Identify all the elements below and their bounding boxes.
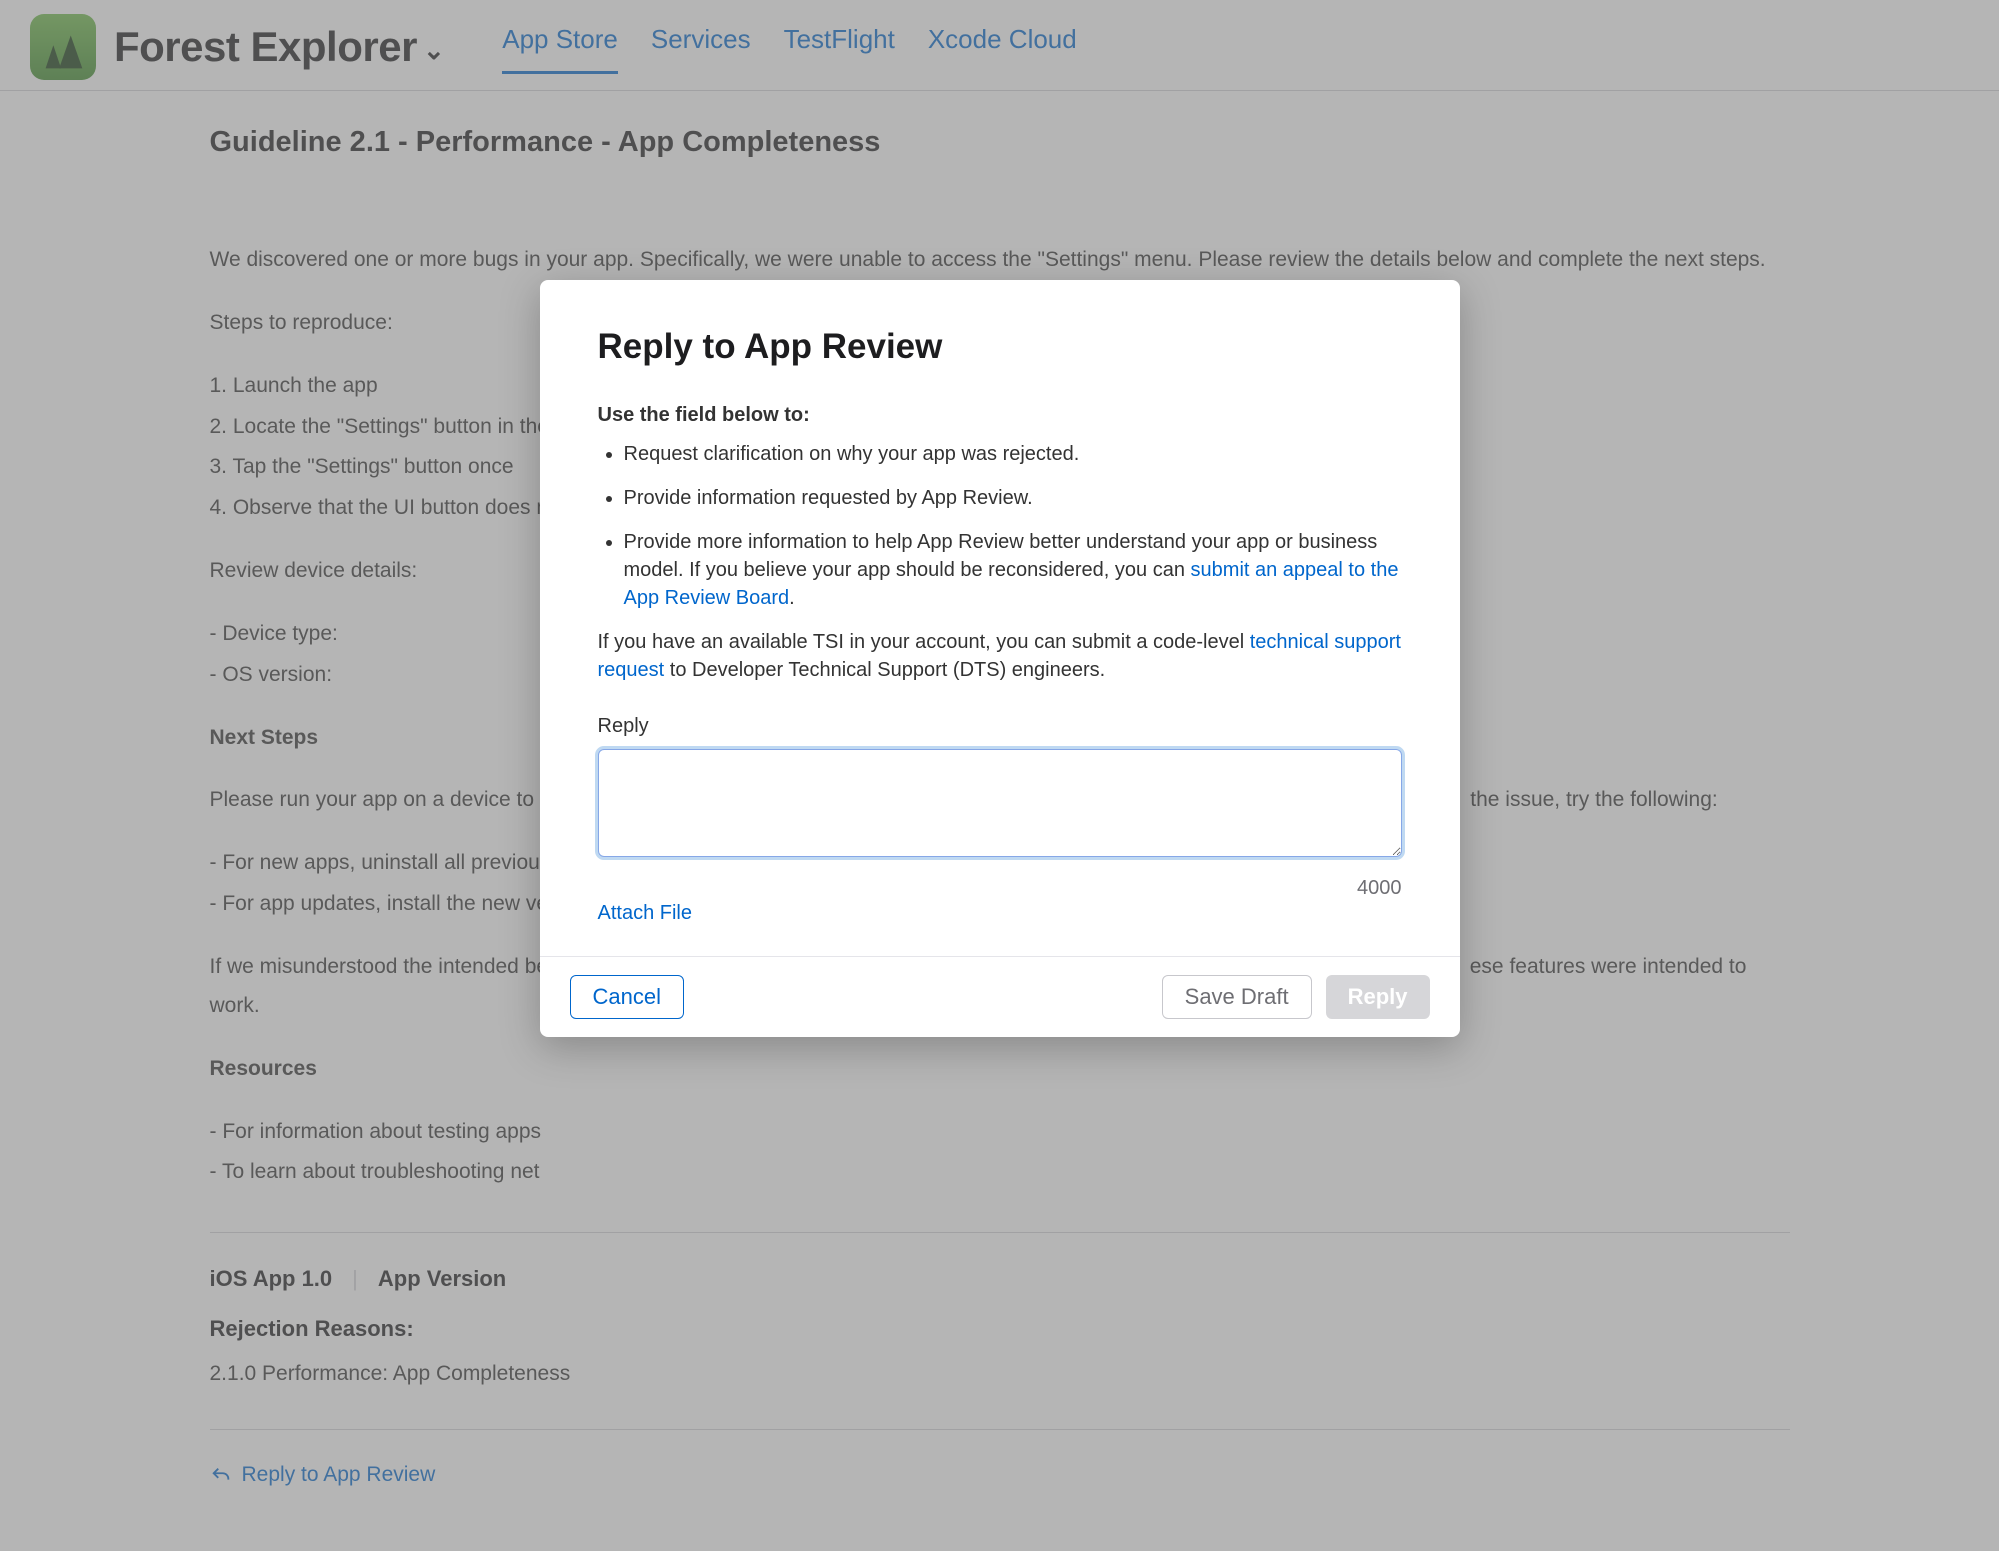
modal-tsi-text: If you have an available TSI in your acc… bbox=[598, 628, 1402, 684]
save-draft-button[interactable]: Save Draft bbox=[1162, 975, 1312, 1019]
reply-field-label: Reply bbox=[598, 712, 1402, 741]
modal-bullet: Request clarification on why your app wa… bbox=[624, 440, 1402, 468]
attach-file-link[interactable]: Attach File bbox=[598, 899, 692, 928]
modal-footer: Cancel Save Draft Reply bbox=[540, 956, 1460, 1037]
modal-intro: Use the field below to: bbox=[598, 401, 1402, 430]
char-count: 4000 bbox=[598, 874, 1402, 903]
modal-bullet-list: Request clarification on why your app wa… bbox=[598, 440, 1402, 612]
modal-overlay: Reply to App Review Use the field below … bbox=[0, 0, 1999, 1551]
modal-bullet: Provide information requested by App Rev… bbox=[624, 484, 1402, 512]
cancel-button[interactable]: Cancel bbox=[570, 975, 684, 1019]
modal-bullet: Provide more information to help App Rev… bbox=[624, 528, 1402, 612]
reply-modal: Reply to App Review Use the field below … bbox=[540, 280, 1460, 1037]
modal-title: Reply to App Review bbox=[598, 322, 1402, 373]
reply-textarea[interactable] bbox=[598, 749, 1402, 857]
reply-button[interactable]: Reply bbox=[1326, 975, 1430, 1019]
